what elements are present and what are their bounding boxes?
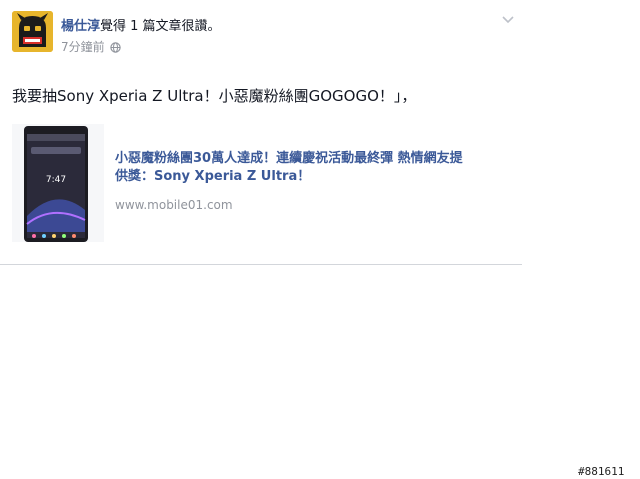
post-text: 我要抽Sony Xperia Z Ultra！小惡魔粉絲團GOGOGO！」， [12,87,417,105]
devil-mascot-icon [12,11,53,52]
timestamp[interactable]: 7分鐘前 [61,40,105,54]
phone-image: 7:47 [12,124,104,242]
story-header: 楊仕淳覺得 1 篇文章很讚。 [61,19,221,35]
link-title[interactable]: 小惡魔粉絲團30萬人達成！連續慶祝活動最終彈 熱情網友提供獎：Sony Xper… [115,150,475,186]
author-name[interactable]: 楊仕淳 [61,19,100,34]
story-action: 覺得 1 篇文章很讚。 [100,19,221,34]
news-feed-story: 楊仕淳覺得 1 篇文章很讚。 7分鐘前 我要抽Sony Xperia Z Ult… [0,0,522,265]
story-meta: 7分鐘前 [61,40,121,54]
link-domain: www.mobile01.com [115,198,233,212]
globe-icon[interactable] [109,41,121,53]
phone-clock-text: 7:47 [46,175,66,185]
chevron-down-icon[interactable] [500,12,516,28]
image-watermark: #881611 [578,465,625,478]
profile-avatar[interactable] [12,11,53,52]
link-thumbnail[interactable]: 7:47 [12,124,104,242]
link-preview-card[interactable]: 7:47 小惡魔粉絲團30萬人達成！連續慶祝活動最終彈 熱情網友提供獎：Sony… [12,124,510,244]
